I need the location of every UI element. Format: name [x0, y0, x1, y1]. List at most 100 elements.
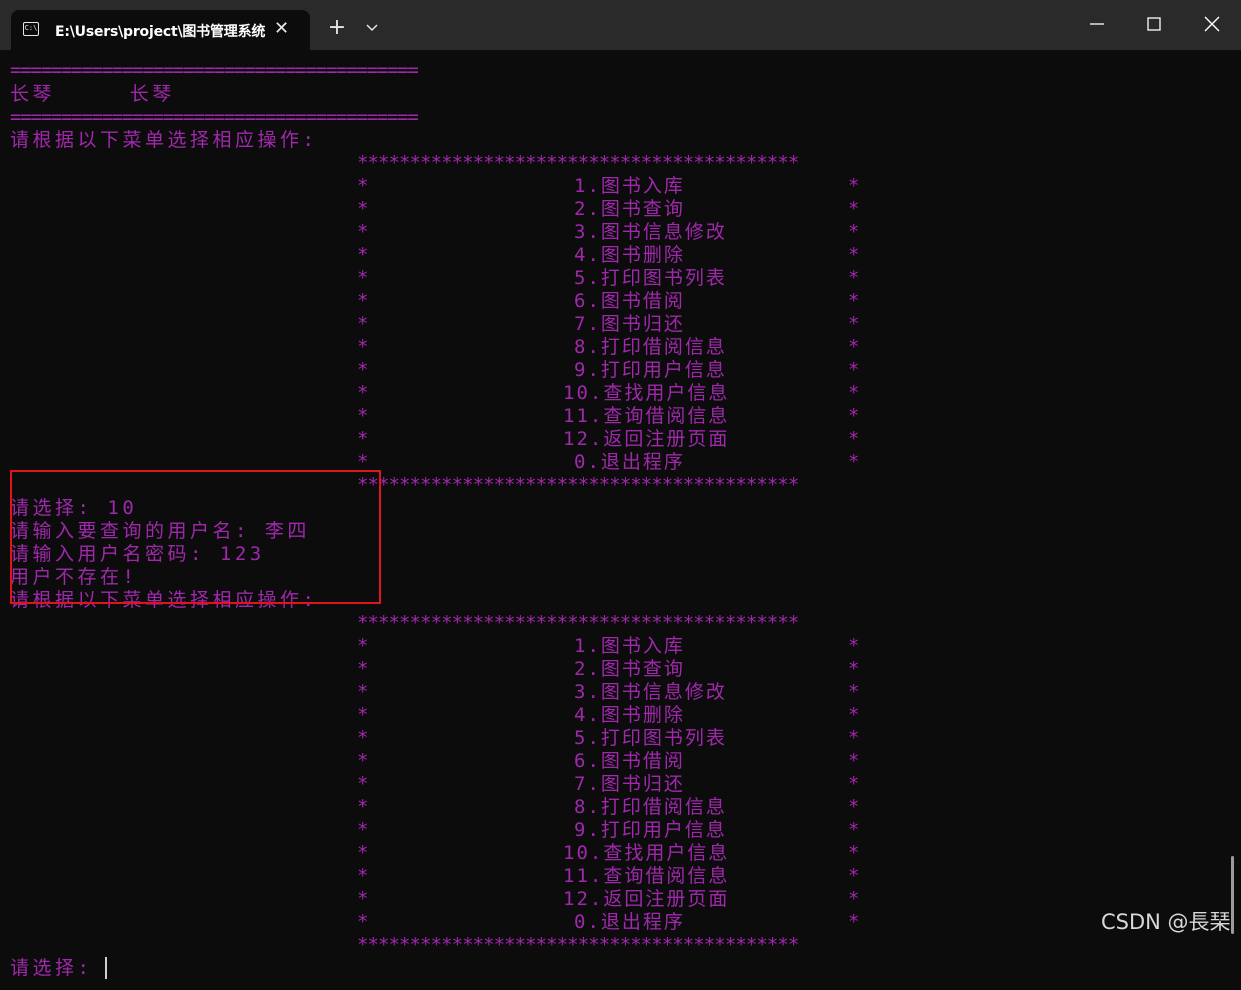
menu-star-left: *: [357, 221, 369, 243]
menu-star-right: *: [848, 405, 860, 427]
menu-star-left: *: [357, 175, 369, 197]
menu-star-left: *: [357, 290, 369, 312]
menu-star-right: *: [848, 704, 860, 726]
menu-star-right: *: [848, 911, 860, 933]
menu-item: * 3.图书信息修改 *: [357, 221, 867, 244]
menu-item: * 4.图书删除 *: [357, 704, 867, 727]
menu-item: * 4.图书删除 *: [357, 244, 867, 267]
menu-item-label: 9.打印用户信息: [574, 359, 727, 381]
menu-star-right: *: [848, 727, 860, 749]
menu-star-left: *: [357, 681, 369, 703]
menu-item-label: 0.退出程序: [574, 911, 685, 933]
menu-star-right: *: [848, 658, 860, 680]
menu-item-label: 5.打印图书列表: [574, 727, 727, 749]
menu-item-label: 5.打印图书列表: [574, 267, 727, 289]
menu-item: * 0.退出程序 *: [357, 911, 867, 934]
menu-border-bottom: ****************************************…: [357, 474, 799, 496]
menu-star-left: *: [357, 198, 369, 220]
menu-item: * 10.查找用户信息 *: [357, 382, 867, 405]
menu-item-label: 8.打印借阅信息: [574, 796, 727, 818]
menu-item-label: 12.返回注册页面: [563, 428, 730, 450]
menu-star-right: *: [848, 244, 860, 266]
menu-star-right: *: [848, 865, 860, 887]
menu-star-right: *: [848, 267, 860, 289]
menu-star-left: *: [357, 405, 369, 427]
close-window-button[interactable]: [1203, 15, 1221, 33]
menu-star-left: *: [357, 819, 369, 841]
menu-star-left: *: [357, 750, 369, 772]
menu-item: * 2.图书查询 *: [357, 658, 867, 681]
menu-item-label: 4.图书删除: [574, 244, 685, 266]
menu-star-right: *: [848, 336, 860, 358]
menu-star-left: *: [357, 267, 369, 289]
menu-item: * 6.图书借阅 *: [357, 290, 867, 313]
menu-item-label: 4.图书删除: [574, 704, 685, 726]
menu-prompt-line: 请根据以下菜单选择相应操作:: [10, 129, 318, 151]
menu-star-right: *: [848, 842, 860, 864]
terminal-output[interactable]: ========================================…: [0, 50, 1241, 990]
header-line: 长琴 长琴: [10, 83, 175, 105]
menu-item: * 5.打印图书列表 *: [357, 267, 867, 290]
title-bar: C:\ E:\Users\project\图书管理系统 ✕ +: [0, 0, 1241, 50]
terminal-tab[interactable]: C:\ E:\Users\project\图书管理系统 ✕: [11, 10, 310, 50]
menu-star-left: *: [357, 359, 369, 381]
menu-item: * 11.查询借阅信息 *: [357, 865, 867, 888]
minimize-button[interactable]: [1088, 15, 1106, 33]
menu-item-label: 2.图书查询: [574, 198, 685, 220]
maximize-button[interactable]: [1145, 15, 1163, 33]
menu-item: * 1.图书入库 *: [357, 175, 867, 198]
menu-item-label: 1.图书入库: [574, 175, 685, 197]
menu-item-label: 1.图书入库: [574, 635, 685, 657]
menu-item: * 9.打印用户信息 *: [357, 359, 867, 382]
separator-line: ========================================: [10, 106, 419, 128]
terminal-icon: C:\: [23, 22, 39, 36]
chevron-down-icon[interactable]: [366, 24, 378, 32]
menu-star-left: *: [357, 796, 369, 818]
tab-title: E:\Users\project\图书管理系统: [55, 24, 266, 40]
separator-line: ========================================: [10, 59, 419, 81]
menu-star-right: *: [848, 175, 860, 197]
menu-item: * 10.查找用户信息 *: [357, 842, 867, 865]
menu-star-right: *: [848, 382, 860, 404]
menu-star-left: *: [357, 865, 369, 887]
close-tab-button[interactable]: ✕: [274, 18, 289, 39]
menu-item: * 0.退出程序 *: [357, 451, 867, 474]
menu-item-label: 3.图书信息修改: [574, 221, 727, 243]
menu-star-right: *: [848, 773, 860, 795]
menu-star-left: *: [357, 704, 369, 726]
menu-star-left: *: [357, 888, 369, 910]
new-tab-button[interactable]: +: [326, 17, 348, 39]
menu-star-right: *: [848, 428, 860, 450]
menu-item-label: 10.查找用户信息: [563, 382, 730, 404]
menu-item-label: 6.图书借阅: [574, 290, 685, 312]
menu-star-left: *: [357, 313, 369, 335]
menu-star-left: *: [357, 382, 369, 404]
scrollbar[interactable]: [1231, 856, 1234, 934]
menu-star-right: *: [848, 313, 860, 335]
menu-border-bottom: ****************************************…: [357, 934, 799, 956]
menu-star-left: *: [357, 842, 369, 864]
menu-star-left: *: [357, 635, 369, 657]
menu-star-right: *: [848, 290, 860, 312]
menu-star-left: *: [357, 244, 369, 266]
menu-star-right: *: [848, 359, 860, 381]
menu-border-top: ****************************************…: [357, 612, 799, 634]
menu-item-label: 8.打印借阅信息: [574, 336, 727, 358]
menu-border-top: ****************************************…: [357, 152, 799, 174]
menu-star-right: *: [848, 198, 860, 220]
menu-item: * 1.图书入库 *: [357, 635, 867, 658]
menu-item-label: 6.图书借阅: [574, 750, 685, 772]
menu-item: * 11.查询借阅信息 *: [357, 405, 867, 428]
menu-item: * 8.打印借阅信息 *: [357, 796, 867, 819]
menu-item: * 3.图书信息修改 *: [357, 681, 867, 704]
highlight-box: [10, 470, 381, 604]
menu-item-label: 10.查找用户信息: [563, 842, 730, 864]
menu-item: * 9.打印用户信息 *: [357, 819, 867, 842]
menu-star-right: *: [848, 796, 860, 818]
menu-star-left: *: [357, 428, 369, 450]
menu-star-right: *: [848, 681, 860, 703]
menu-star-left: *: [357, 911, 369, 933]
text-cursor: [105, 957, 107, 979]
menu-star-left: *: [357, 773, 369, 795]
menu-star-left: *: [357, 336, 369, 358]
